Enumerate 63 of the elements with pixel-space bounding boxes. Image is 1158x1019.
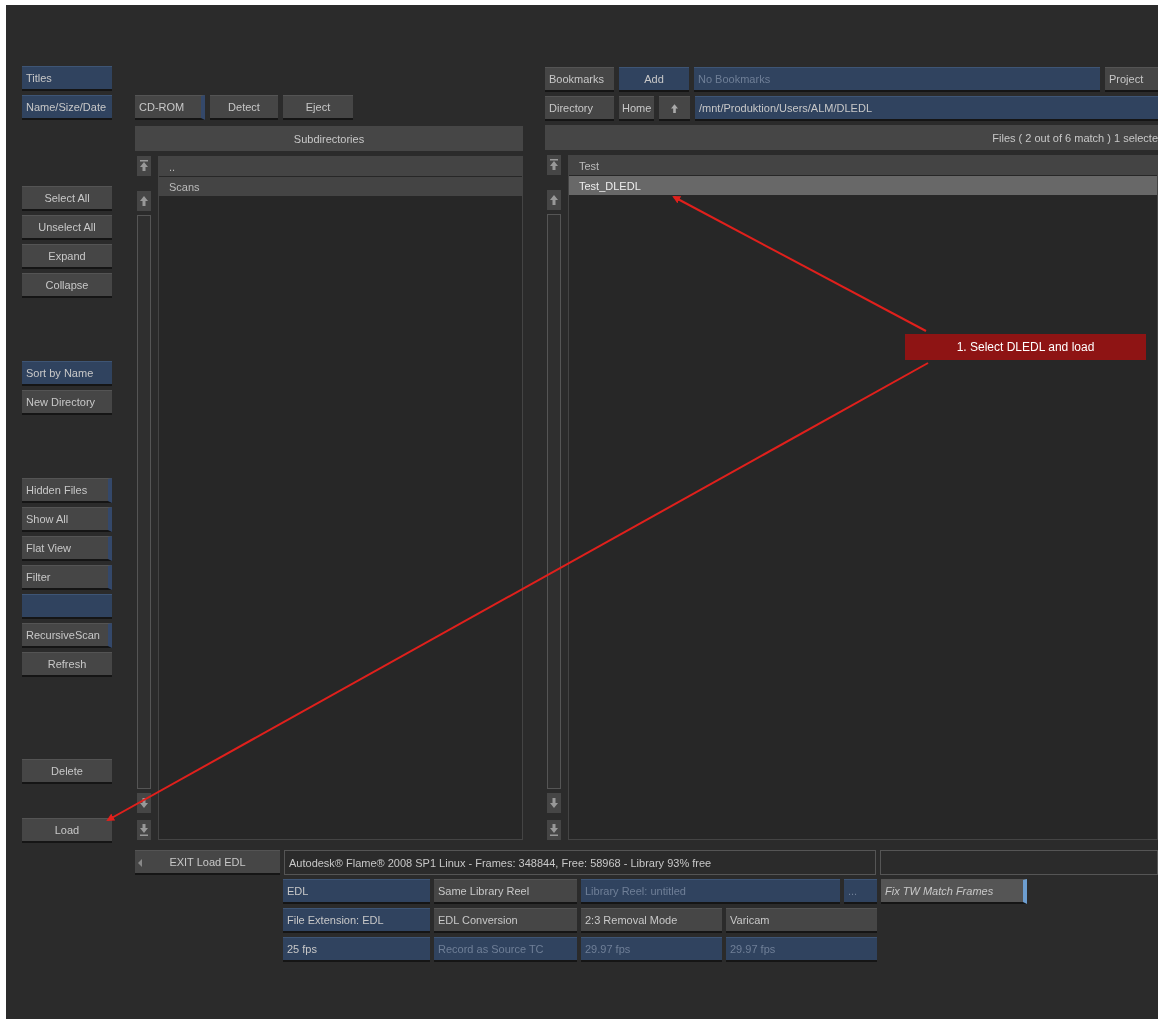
side-button[interactable]: Select All [22, 186, 112, 211]
side-button[interactable]: Collapse [22, 273, 112, 298]
directory-row[interactable]: Scans [159, 177, 522, 196]
side-button[interactable]: Load [22, 818, 112, 843]
path-field[interactable]: /mnt/Produktion/Users/ALM/DLEDL [695, 96, 1158, 121]
panel-header: Files ( 2 out of 6 match ) 1 selecte [545, 125, 1158, 150]
side-button[interactable]: Unselect All [22, 215, 112, 240]
add-button[interactable]: Add [619, 67, 689, 92]
side-button[interactable]: Name/Size/Date [22, 95, 112, 120]
scroll-bottom-icon [550, 824, 558, 836]
side-button[interactable]: Filter [22, 565, 112, 590]
side-button[interactable]: New Directory [22, 390, 112, 415]
panel-header: Subdirectories [135, 126, 523, 151]
scroll-top-button[interactable] [547, 155, 561, 175]
exit-button[interactable]: EXIT Load EDL [135, 850, 280, 875]
option-button[interactable]: 2:3 Removal Mode [581, 908, 722, 933]
parent-directory-button[interactable] [659, 96, 690, 121]
bookmarks-label: Bookmarks [545, 67, 614, 92]
bookmarks-field[interactable]: No Bookmarks [694, 67, 1100, 92]
scroll-up-button[interactable] [547, 190, 561, 210]
option-button[interactable]: Varicam [726, 908, 877, 933]
scroll-down-button[interactable] [547, 793, 561, 813]
scroll-up-button[interactable] [137, 191, 151, 211]
option-button[interactable]: Fix TW Match Frames [881, 879, 1027, 904]
side-button[interactable]: Refresh [22, 652, 112, 677]
option-button[interactable]: EDL Conversion [434, 908, 577, 933]
filter-field[interactable] [22, 594, 112, 619]
scroll-bottom-button[interactable] [137, 820, 151, 840]
project-button[interactable]: Project [1105, 67, 1158, 92]
side-button[interactable]: Titles [22, 66, 112, 91]
down-arrow-icon [550, 798, 558, 808]
side-button[interactable]: Show All [22, 507, 112, 532]
option-button[interactable]: EDL [283, 879, 430, 904]
side-button[interactable]: Expand [22, 244, 112, 269]
directory-label: Directory [545, 96, 614, 121]
scroll-top-icon [140, 160, 148, 172]
scroll-top-icon [550, 159, 558, 171]
annotation-callout: 1. Select DLEDL and load [905, 334, 1146, 360]
scroll-track[interactable] [137, 215, 151, 789]
option-button[interactable]: Same Library Reel [434, 879, 577, 904]
home-button[interactable]: Home [619, 96, 654, 121]
scroll-bottom-icon [140, 824, 148, 836]
scroll-top-button[interactable] [137, 156, 151, 176]
file-row[interactable]: Test_DLEDL [569, 176, 1157, 195]
device-button[interactable]: Eject [283, 95, 353, 120]
file-row[interactable]: Test [569, 156, 1157, 175]
side-button[interactable]: Sort by Name [22, 361, 112, 386]
option-button[interactable]: 25 fps [283, 937, 430, 962]
side-button[interactable]: Flat View [22, 536, 112, 561]
device-button[interactable]: Detect [210, 95, 278, 120]
side-button[interactable]: Delete [22, 759, 112, 784]
up-arrow-icon [550, 195, 558, 205]
down-arrow-icon [140, 798, 148, 808]
side-button[interactable]: Hidden Files [22, 478, 112, 503]
option-button[interactable]: File Extension: EDL [283, 908, 430, 933]
status-bar: Autodesk® Flame® 2008 SP1 Linux - Frames: 348844, Free: 58968 - Library 93% free [284, 850, 876, 875]
side-button[interactable]: RecursiveScan [22, 623, 112, 648]
up-arrow-icon [140, 196, 148, 206]
up-arrow-icon [671, 103, 678, 113]
scroll-bottom-button[interactable] [547, 820, 561, 840]
device-button[interactable]: CD-ROM [135, 95, 205, 120]
directory-row[interactable]: .. [159, 157, 522, 176]
scroll-track[interactable] [547, 214, 561, 789]
